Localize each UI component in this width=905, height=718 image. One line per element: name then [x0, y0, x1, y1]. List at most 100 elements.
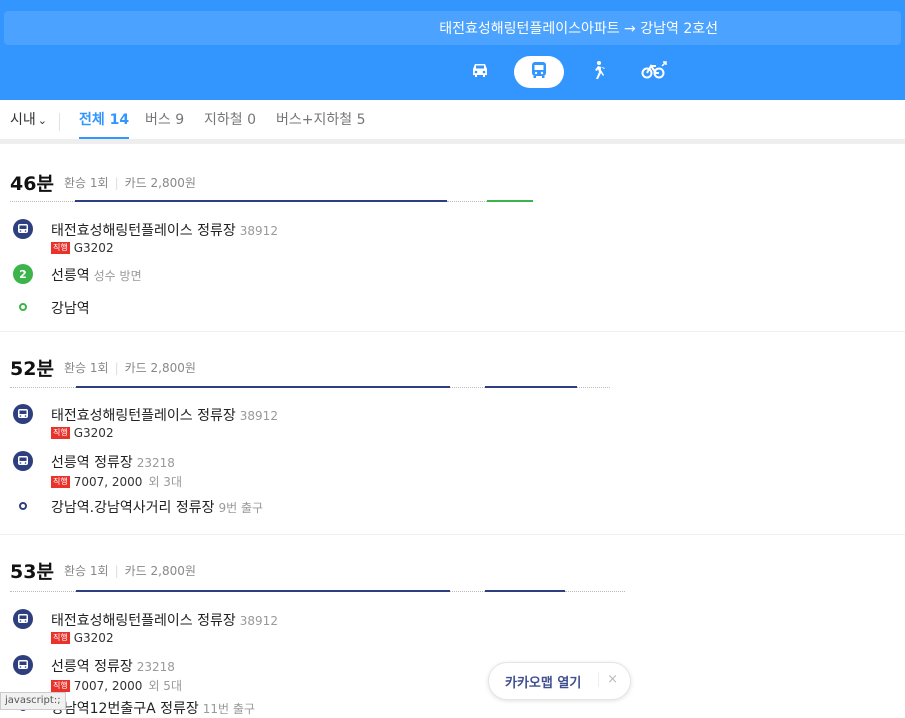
transfer-segment — [450, 387, 485, 388]
car-mode-button[interactable] — [458, 56, 502, 88]
meta-separator: | — [114, 564, 119, 578]
route-duration: 46분 — [10, 173, 54, 195]
fare: 카드 2,800원 — [124, 176, 196, 190]
subway-line2-icon: 2 — [13, 264, 33, 284]
more-buses: 외 3대 — [148, 475, 182, 489]
stop-name[interactable]: 선릉역 성수 방면 — [51, 265, 142, 285]
tab-divider — [59, 113, 60, 131]
walk-segment — [577, 387, 610, 388]
stop-name[interactable]: 태전효성해링턴플레이스 정류장 38912 — [51, 405, 278, 425]
header: 태전효성해링턴플레이스아파트 → 강남역 2호선 — [0, 0, 905, 100]
stop-title: 선릉역 — [51, 268, 90, 284]
route-duration: 52분 — [10, 358, 54, 380]
express-badge: 직행 — [51, 427, 70, 439]
tab-bus-subway[interactable]: 버스+지하철 5 — [276, 100, 366, 139]
stop-id: 38912 — [239, 224, 278, 238]
stop-name[interactable]: 강남역.강남역사거리 정류장 9번 출구 — [51, 497, 263, 517]
stop-title: 선릉역 정류장 — [51, 659, 133, 675]
route-meta: 환승 1회 | 카드 2,800원 — [64, 174, 196, 191]
bike-icon — [640, 61, 668, 83]
stop-direction: 성수 방면 — [93, 269, 142, 283]
bus-icon — [13, 451, 33, 471]
transfer-count: 환승 1회 — [64, 176, 109, 190]
bus-route-line: 직행 7007, 2000 외 5대 — [51, 677, 182, 694]
stop-id: 23218 — [136, 660, 175, 674]
route-summary[interactable]: 태전효성해링턴플레이스아파트 → 강남역 2호선 — [4, 11, 901, 45]
route-result-card[interactable]: 53분 환승 1회 | 카드 2,800원 태전효성해링턴플레이스 정류장 38912… — [0, 535, 905, 717]
bus-number: 7007, 2000 — [73, 678, 143, 693]
bus-segment — [485, 386, 577, 388]
fare: 카드 2,800원 — [124, 564, 196, 578]
bus-segment — [485, 590, 565, 592]
chevron-down-icon: ⌄ — [37, 114, 47, 127]
bus-segment — [76, 590, 450, 592]
stop-title: 강남역.강남역사거리 정류장 — [51, 500, 215, 516]
close-icon[interactable]: × — [598, 672, 618, 687]
bus-mode-button[interactable] — [514, 56, 564, 88]
express-badge: 직행 — [51, 679, 70, 692]
city-label: 시내 — [10, 112, 36, 128]
walk-segment — [565, 591, 625, 592]
bus-route-line: 직행 G3202 — [51, 426, 114, 440]
bus-icon — [13, 404, 33, 424]
bus-route-line: 직행 G3202 — [51, 241, 114, 255]
stop-title: 선릉역 정류장 — [51, 455, 133, 471]
route-timeline — [10, 200, 540, 202]
transfer-count: 환승 1회 — [64, 564, 109, 578]
bike-mode-button[interactable] — [632, 56, 676, 88]
stop-name[interactable]: 선릉역 정류장 23218 — [51, 452, 175, 472]
tab-bus[interactable]: 버스 9 — [145, 100, 184, 139]
transfer-segment — [450, 591, 485, 592]
express-badge: 직행 — [51, 475, 70, 488]
route-result-card[interactable]: 46분 환승 1회 | 카드 2,800원 태전효성해링턴플레이스 정류장 38912… — [0, 149, 905, 332]
route-meta: 환승 1회 | 카드 2,800원 — [64, 562, 196, 579]
destination-dot-icon — [19, 303, 27, 311]
bus-segment — [75, 200, 447, 202]
bus-number: G3202 — [73, 426, 114, 440]
route-timeline — [10, 386, 610, 388]
walk-mode-button[interactable] — [576, 56, 620, 88]
route-filter-tabs: 시내 ⌄ 전체 14 버스 9 지하철 0 버스+지하철 5 — [0, 100, 905, 144]
exit-number: 9번 출구 — [218, 501, 264, 515]
stop-id: 38912 — [239, 614, 278, 628]
express-badge: 직행 — [51, 242, 70, 254]
bus-number: 7007, 2000 — [73, 474, 143, 489]
stop-name[interactable]: 태전효성해링턴플레이스 정류장 38912 — [51, 220, 278, 240]
tab-subway[interactable]: 지하철 0 — [204, 100, 256, 139]
express-badge: 직행 — [51, 632, 70, 644]
walk-icon — [590, 60, 606, 84]
city-select[interactable]: 시내 ⌄ — [10, 100, 47, 139]
route-result-card[interactable]: 52분 환승 1회 | 카드 2,800원 태전효성해링턴플레이스 정류장 38912… — [0, 332, 905, 535]
walk-segment — [10, 591, 76, 592]
bus-segment — [76, 386, 450, 388]
bus-icon — [13, 655, 33, 675]
bus-number: G3202 — [73, 241, 114, 255]
more-buses: 외 5대 — [148, 679, 182, 693]
stop-title: 태전효성해링턴플레이스 정류장 — [51, 613, 236, 629]
stop-name[interactable]: 강남역12번출구A 정류장 11번 출구 — [51, 698, 255, 718]
bus-icon — [13, 219, 33, 239]
exit-number: 11번 출구 — [202, 702, 255, 716]
transport-mode-tabs — [458, 56, 688, 88]
meta-separator: | — [114, 361, 119, 375]
fare: 카드 2,800원 — [124, 361, 196, 375]
open-kakaomap-button[interactable]: 카카오맵 열기 × — [488, 662, 631, 700]
route-timeline — [10, 590, 625, 592]
walk-segment — [10, 387, 76, 388]
browser-status-bar: javascript:; — [0, 692, 66, 710]
transfer-count: 환승 1회 — [64, 361, 109, 375]
tab-all[interactable]: 전체 14 — [79, 100, 130, 139]
stop-name[interactable]: 강남역 — [51, 298, 90, 318]
bus-route-line: 직행 7007, 2000 외 3대 — [51, 473, 182, 490]
bus-icon — [13, 609, 33, 629]
meta-separator: | — [114, 176, 119, 190]
stop-title: 태전효성해링턴플레이스 정류장 — [51, 408, 236, 424]
stop-title: 강남역12번출구A 정류장 — [51, 701, 199, 717]
route-duration: 53분 — [10, 561, 54, 583]
car-icon — [470, 62, 490, 82]
transfer-segment — [447, 201, 487, 202]
stop-name[interactable]: 태전효성해링턴플레이스 정류장 38912 — [51, 610, 278, 630]
stop-name[interactable]: 선릉역 정류장 23218 — [51, 656, 175, 676]
bus-icon — [530, 61, 548, 83]
subway-segment — [487, 200, 533, 202]
